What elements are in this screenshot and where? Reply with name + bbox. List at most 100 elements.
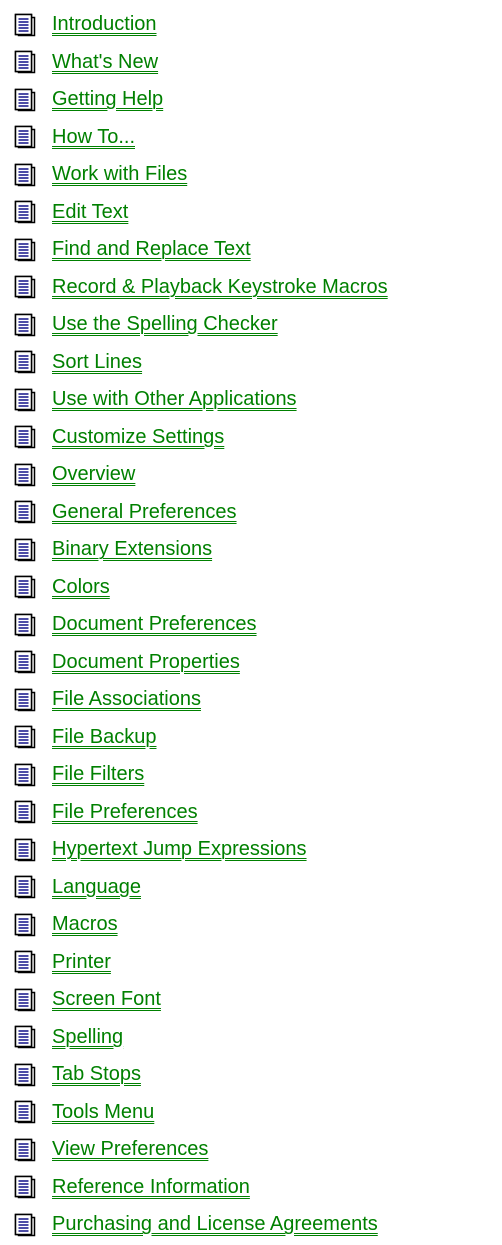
document-page-icon[interactable] xyxy=(14,313,36,337)
topic-link[interactable]: Spelling xyxy=(52,1026,123,1049)
document-page-icon[interactable] xyxy=(14,238,36,262)
topic-link[interactable]: File Filters xyxy=(52,763,144,786)
document-page-icon[interactable] xyxy=(14,988,36,1012)
document-page-icon[interactable] xyxy=(14,1213,36,1237)
topic-link[interactable]: Screen Font xyxy=(52,988,161,1011)
document-page-icon[interactable] xyxy=(14,838,36,862)
topic-list-item[interactable]: Reference Information xyxy=(14,1169,502,1207)
topic-list-item[interactable]: Screen Font xyxy=(14,981,502,1019)
document-page-icon[interactable] xyxy=(14,275,36,299)
document-page-icon[interactable] xyxy=(14,13,36,37)
document-page-icon[interactable] xyxy=(14,500,36,524)
topic-list-item[interactable]: Introduction xyxy=(14,6,502,44)
topic-link[interactable]: Tab Stops xyxy=(52,1063,141,1086)
topic-link[interactable]: Overview xyxy=(52,463,135,486)
topic-link[interactable]: Tools Menu xyxy=(52,1101,154,1124)
topic-list-item[interactable]: Macros xyxy=(14,906,502,944)
document-page-icon[interactable] xyxy=(14,1025,36,1049)
topic-list-item[interactable]: File Backup xyxy=(14,719,502,757)
document-page-icon[interactable] xyxy=(14,388,36,412)
document-page-icon[interactable] xyxy=(14,800,36,824)
topic-link[interactable]: Colors xyxy=(52,576,110,599)
topic-list-item[interactable]: Customize Settings xyxy=(14,419,502,457)
topic-link[interactable]: Purchasing and License Agreements xyxy=(52,1213,378,1236)
topic-list-item[interactable]: Use the Spelling Checker xyxy=(14,306,502,344)
topic-list-item[interactable]: Record & Playback Keystroke Macros xyxy=(14,269,502,307)
topic-list-item[interactable]: Purchasing and License Agreements xyxy=(14,1206,502,1244)
document-page-icon[interactable] xyxy=(14,463,36,487)
topic-link[interactable]: File Preferences xyxy=(52,801,198,824)
topic-list-item[interactable]: Tab Stops xyxy=(14,1056,502,1094)
topic-link[interactable]: Reference Information xyxy=(52,1176,250,1199)
topic-link[interactable]: View Preferences xyxy=(52,1138,208,1161)
document-page-icon[interactable] xyxy=(14,688,36,712)
topic-list-item[interactable]: Spelling xyxy=(14,1019,502,1057)
topic-list-item[interactable]: File Preferences xyxy=(14,794,502,832)
topic-list-item[interactable]: Overview xyxy=(14,456,502,494)
document-page-icon[interactable] xyxy=(14,1063,36,1087)
document-page-icon[interactable] xyxy=(14,1100,36,1124)
topic-link[interactable]: How To... xyxy=(52,126,135,149)
topic-link[interactable]: Find and Replace Text xyxy=(52,238,251,261)
topic-list-item[interactable]: Printer xyxy=(14,944,502,982)
topic-link[interactable]: Record & Playback Keystroke Macros xyxy=(52,276,388,299)
document-page-icon[interactable] xyxy=(14,425,36,449)
document-page-icon[interactable] xyxy=(14,125,36,149)
topic-list-item[interactable]: General Preferences xyxy=(14,494,502,532)
topic-link[interactable]: General Preferences xyxy=(52,501,237,524)
topic-list-item[interactable]: Sort Lines xyxy=(14,344,502,382)
topic-list-item[interactable]: Binary Extensions xyxy=(14,531,502,569)
topic-link[interactable]: Printer xyxy=(52,951,111,974)
topic-list-item[interactable]: View Preferences xyxy=(14,1131,502,1169)
topic-list-item[interactable]: Find and Replace Text xyxy=(14,231,502,269)
topic-link[interactable]: Edit Text xyxy=(52,201,128,224)
help-topic-list: Introduction What's New Getting Help How… xyxy=(0,0,502,1244)
topic-list-item[interactable]: How To... xyxy=(14,119,502,157)
topic-link[interactable]: Sort Lines xyxy=(52,351,142,374)
topic-link[interactable]: Hypertext Jump Expressions xyxy=(52,838,307,861)
topic-link[interactable]: Binary Extensions xyxy=(52,538,212,561)
document-page-icon[interactable] xyxy=(14,538,36,562)
topic-link[interactable]: Document Preferences xyxy=(52,613,257,636)
document-page-icon[interactable] xyxy=(14,200,36,224)
topic-list-item[interactable]: Language xyxy=(14,869,502,907)
topic-list-item[interactable]: Colors xyxy=(14,569,502,607)
document-page-icon[interactable] xyxy=(14,88,36,112)
document-page-icon[interactable] xyxy=(14,1138,36,1162)
document-page-icon[interactable] xyxy=(14,725,36,749)
topic-link[interactable]: Use with Other Applications xyxy=(52,388,297,411)
topic-link[interactable]: What's New xyxy=(52,51,158,74)
topic-list-item[interactable]: Edit Text xyxy=(14,194,502,232)
document-page-icon[interactable] xyxy=(14,763,36,787)
document-page-icon[interactable] xyxy=(14,913,36,937)
topic-list-item[interactable]: Hypertext Jump Expressions xyxy=(14,831,502,869)
topic-link[interactable]: Document Properties xyxy=(52,651,240,674)
document-page-icon[interactable] xyxy=(14,350,36,374)
topic-link[interactable]: Getting Help xyxy=(52,88,163,111)
topic-list-item[interactable]: Use with Other Applications xyxy=(14,381,502,419)
document-page-icon[interactable] xyxy=(14,575,36,599)
topic-list-item[interactable]: Work with Files xyxy=(14,156,502,194)
topic-link[interactable]: Language xyxy=(52,876,141,899)
topic-list-item[interactable]: File Filters xyxy=(14,756,502,794)
topic-list-item[interactable]: Document Properties xyxy=(14,644,502,682)
topic-link[interactable]: Use the Spelling Checker xyxy=(52,313,278,336)
document-page-icon[interactable] xyxy=(14,613,36,637)
topic-list-item[interactable]: Getting Help xyxy=(14,81,502,119)
document-page-icon[interactable] xyxy=(14,163,36,187)
document-page-icon[interactable] xyxy=(14,50,36,74)
topic-list-item[interactable]: File Associations xyxy=(14,681,502,719)
topic-list-item[interactable]: Document Preferences xyxy=(14,606,502,644)
topic-link[interactable]: Introduction xyxy=(52,13,157,36)
document-page-icon[interactable] xyxy=(14,950,36,974)
topic-link[interactable]: File Backup xyxy=(52,726,157,749)
document-page-icon[interactable] xyxy=(14,1175,36,1199)
topic-link[interactable]: Macros xyxy=(52,913,118,936)
topic-list-item[interactable]: What's New xyxy=(14,44,502,82)
document-page-icon[interactable] xyxy=(14,875,36,899)
topic-list-item[interactable]: Tools Menu xyxy=(14,1094,502,1132)
document-page-icon[interactable] xyxy=(14,650,36,674)
topic-link[interactable]: Work with Files xyxy=(52,163,187,186)
topic-link[interactable]: Customize Settings xyxy=(52,426,224,449)
topic-link[interactable]: File Associations xyxy=(52,688,201,711)
